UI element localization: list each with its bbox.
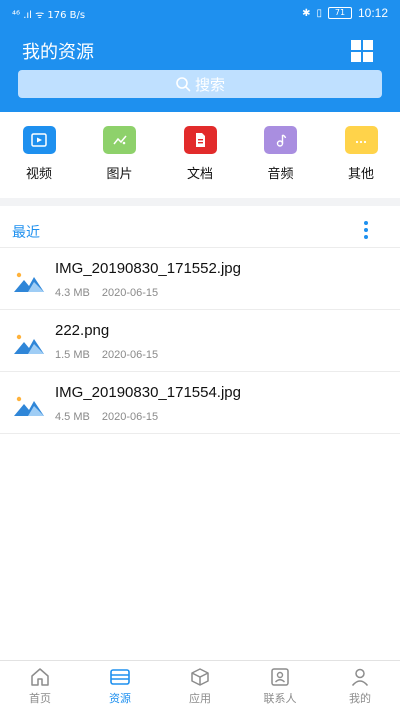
more-vertical-icon[interactable]	[362, 220, 370, 240]
vibrate-icon: ▯	[316, 7, 322, 19]
nav-resource[interactable]: 资源	[90, 661, 150, 710]
resource-icon	[110, 669, 130, 685]
category-label: 其他	[347, 167, 374, 182]
category-row: 视频 图片 文档 音频 其他	[0, 126, 400, 186]
file-row[interactable]: IMG_20190830_171552.jpg 4.3 MB 2020-06-1…	[0, 248, 400, 310]
file-row[interactable]: 222.png 1.5 MB 2020-06-15	[0, 310, 400, 372]
status-left: ⁴⁶ .ıl ᯤ 176 B/s	[12, 7, 85, 21]
profile-icon	[351, 668, 369, 686]
category-audio[interactable]: 音频	[259, 126, 303, 186]
image-icon	[103, 126, 136, 154]
file-date: 2020-06-15	[101, 349, 159, 361]
page-title: 我的资源	[22, 42, 94, 63]
file-row[interactable]: IMG_20190830_171554.jpg 4.5 MB 2020-06-1…	[0, 372, 400, 434]
category-label: 音频	[267, 167, 294, 182]
file-meta: 1.5 MB 2020-06-15	[55, 349, 158, 361]
file-meta: 4.3 MB 2020-06-15	[55, 287, 158, 299]
image-file-icon	[14, 334, 44, 354]
home-icon	[31, 668, 49, 686]
file-name: IMG_20190830_171552.jpg	[55, 260, 241, 277]
file-meta: 4.5 MB 2020-06-15	[55, 411, 158, 423]
nav-home[interactable]: 首页	[10, 661, 70, 710]
file-name: 222.png	[55, 322, 110, 339]
recent-file-list: IMG_20190830_171552.jpg 4.3 MB 2020-06-1…	[0, 248, 400, 434]
bottom-nav: 首页 资源 应用 联系人 我的	[0, 660, 400, 710]
nav-label: 首页	[29, 692, 51, 705]
search-bar[interactable]: 搜索	[18, 70, 382, 98]
bluetooth-icon: ✱	[302, 7, 311, 19]
nav-app[interactable]: 应用	[170, 661, 230, 710]
file-date: 2020-06-15	[101, 411, 159, 423]
nav-label: 我的	[349, 692, 371, 705]
file-size: 4.5 MB	[55, 411, 90, 423]
category-label: 视频	[25, 167, 52, 182]
file-name: IMG_20190830_171554.jpg	[55, 384, 241, 401]
category-video[interactable]: 视频	[17, 126, 61, 186]
section-divider	[0, 198, 400, 206]
file-date: 2020-06-15	[101, 287, 159, 299]
app-root: ⁴⁶ .ıl ᯤ 176 B/s ✱ ▯ 71 10:12 我的资源 搜索 视频…	[0, 0, 400, 710]
document-icon	[183, 126, 217, 154]
category-other[interactable]: 其他	[339, 126, 383, 186]
search-icon	[176, 77, 191, 92]
recent-header: 最近	[0, 212, 400, 248]
audio-icon	[264, 126, 297, 154]
nav-label: 资源	[109, 692, 131, 705]
status-right: ✱ ▯ 71 10:12	[302, 6, 388, 20]
image-file-icon	[14, 396, 44, 416]
header: ⁴⁶ .ıl ᯤ 176 B/s ✱ ▯ 71 10:12 我的资源 搜索	[0, 0, 400, 112]
battery-icon: 71	[327, 7, 352, 19]
category-document[interactable]: 文档	[178, 126, 222, 186]
signal-status-text: ⁴⁶ .ıl ᯤ 176 B/s	[12, 10, 86, 21]
app-icon	[191, 668, 209, 686]
nav-label: 联系人	[263, 692, 297, 705]
nav-contacts[interactable]: 联系人	[250, 661, 310, 710]
status-time: 10:12	[357, 6, 388, 20]
file-size: 4.3 MB	[55, 287, 90, 299]
recent-title: 最近	[12, 225, 40, 241]
image-file-icon	[14, 272, 44, 292]
video-icon	[22, 126, 56, 154]
category-image[interactable]: 图片	[98, 126, 142, 186]
grid-view-icon[interactable]	[351, 40, 373, 62]
other-icon	[344, 126, 378, 154]
category-label: 文档	[186, 167, 213, 182]
search-label: 搜索	[194, 75, 225, 94]
contacts-icon	[271, 668, 289, 686]
nav-label: 应用	[189, 692, 211, 705]
category-label: 图片	[106, 167, 133, 182]
nav-profile[interactable]: 我的	[330, 661, 390, 710]
file-size: 1.5 MB	[55, 349, 90, 361]
status-bar: ⁴⁶ .ıl ᯤ 176 B/s ✱ ▯ 71 10:12	[0, 0, 400, 26]
